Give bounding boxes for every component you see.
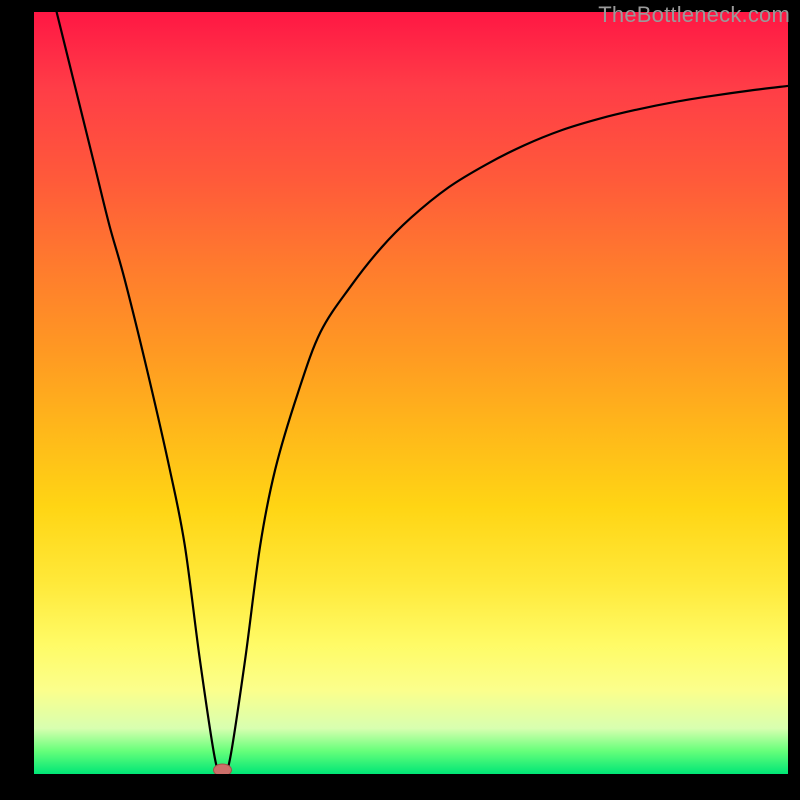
optimal-point-marker xyxy=(214,764,232,774)
curve-layer xyxy=(34,12,788,774)
chart-stage: TheBottleneck.com xyxy=(0,0,800,800)
plot-area xyxy=(34,12,788,774)
bottleneck-curve xyxy=(57,12,788,774)
watermark-text: TheBottleneck.com xyxy=(598,2,790,28)
